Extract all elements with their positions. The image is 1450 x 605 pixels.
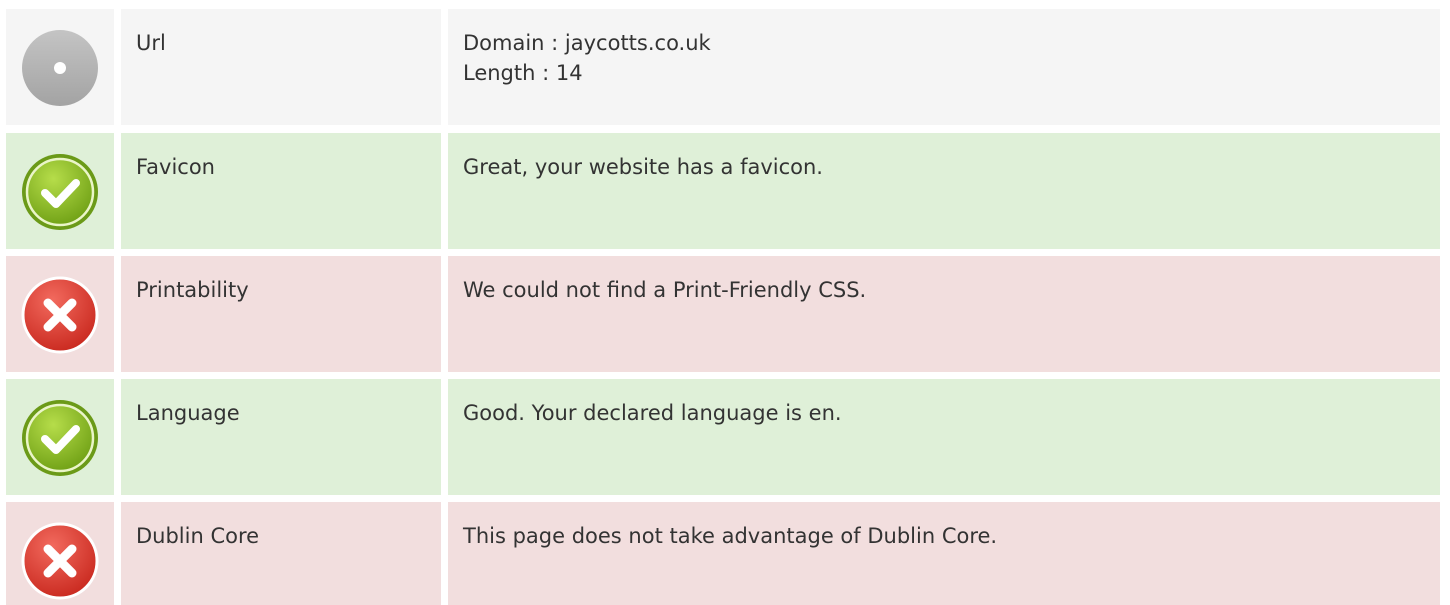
row-value-cell: This page does not take advantage of Dub…	[448, 502, 1440, 605]
status-cell	[6, 256, 114, 372]
row-value: Good. Your declared language is en.	[463, 401, 842, 425]
row-value-cell: We could not find a Print-Friendly CSS.	[448, 256, 1440, 372]
report-row-dublin-core: Dublin Core This page does not take adva…	[0, 502, 1450, 605]
row-value-cell: Good. Your declared language is en.	[448, 379, 1440, 495]
seo-report-table: Url Domain : jaycotts.co.uk Length : 14	[0, 0, 1450, 605]
neutral-circle-icon	[22, 30, 98, 106]
report-row-url: Url Domain : jaycotts.co.uk Length : 14	[0, 9, 1450, 125]
row-value: This page does not take advantage of Dub…	[463, 524, 998, 548]
url-domain: Domain : jaycotts.co.uk	[463, 31, 711, 55]
status-cell	[6, 502, 114, 605]
check-circle-icon	[22, 154, 98, 230]
row-label-cell: Printability	[121, 256, 441, 372]
row-label: Printability	[136, 278, 249, 302]
url-length: Length : 14	[463, 61, 583, 85]
row-value-cell: Domain : jaycotts.co.uk Length : 14	[448, 9, 1440, 125]
x-circle-icon	[21, 522, 99, 600]
report-row-favicon: Favicon Great, your website has a favico…	[0, 133, 1450, 249]
row-label: Dublin Core	[136, 524, 260, 548]
row-label-cell: Language	[121, 379, 441, 495]
status-cell	[6, 379, 114, 495]
row-label: Url	[136, 31, 166, 55]
row-value-cell: Great, your website has a favicon.	[448, 133, 1440, 249]
status-cell	[6, 133, 114, 249]
report-row-language: Language Good. Your declared language is…	[0, 379, 1450, 495]
row-value: We could not find a Print-Friendly CSS.	[463, 278, 867, 302]
row-value: Great, your website has a favicon.	[463, 155, 823, 179]
status-cell	[6, 9, 114, 125]
row-label-cell: Favicon	[121, 133, 441, 249]
check-circle-icon	[22, 400, 98, 476]
report-row-printability: Printability We could not find a Print-F…	[0, 256, 1450, 372]
row-label: Favicon	[136, 155, 215, 179]
row-label: Language	[136, 401, 240, 425]
row-label-cell: Dublin Core	[121, 502, 441, 605]
row-label-cell: Url	[121, 9, 441, 125]
x-circle-icon	[21, 276, 99, 354]
